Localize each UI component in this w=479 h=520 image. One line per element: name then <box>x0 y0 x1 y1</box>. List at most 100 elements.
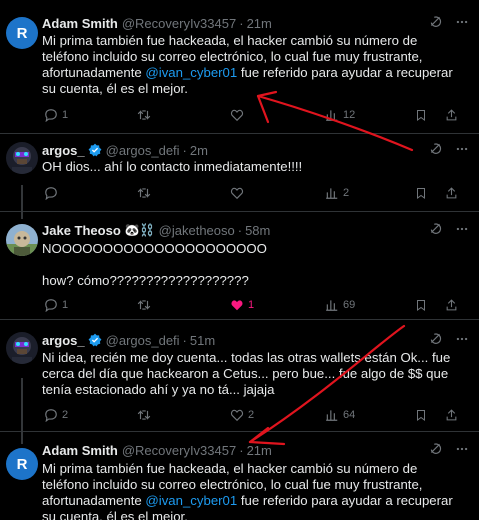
like-button[interactable] <box>230 186 244 200</box>
grok-icon[interactable] <box>429 142 443 159</box>
user-handle[interactable]: @argos_defi <box>106 333 180 348</box>
thread-line <box>21 185 23 219</box>
like-icon <box>230 409 244 422</box>
views-button[interactable]: 69 <box>325 298 355 312</box>
reply-icon <box>45 299 57 312</box>
retweet-button[interactable] <box>136 408 152 422</box>
tweet-text: Mi prima también fue hackeada, el hacker… <box>42 461 465 520</box>
user-handle[interactable]: @RecoveryIv33457 <box>122 443 236 458</box>
share-icon <box>446 109 457 121</box>
share-button[interactable] <box>445 108 458 122</box>
retweet-button[interactable] <box>136 186 152 200</box>
like-button[interactable]: 2 <box>230 408 254 422</box>
tweet-text: Ni idea, recién me doy cuenta... todas l… <box>42 350 451 397</box>
avatar[interactable]: R <box>6 448 38 480</box>
reply-button[interactable] <box>44 186 58 200</box>
views-icon <box>326 188 338 199</box>
share-icon <box>446 299 457 311</box>
view-count: 64 <box>343 409 356 421</box>
avatar[interactable] <box>6 332 38 364</box>
tweet-text: OH dios... ahí lo contacto inmediatament… <box>42 159 303 174</box>
tweet-text-line-1: NOOOOOOOOOOOOOOOOOOOOO <box>42 241 267 256</box>
reply-count: 1 <box>62 299 69 311</box>
tweet-adam-smith-2[interactable]: R Adam Smith @RecoveryIv33457 · 21m Mi p… <box>0 432 479 520</box>
tweet-text-line-2: how? cómo??????????????????? <box>42 273 249 288</box>
tweet-header: argos_ @argos_defi · 2m <box>42 141 469 159</box>
views-icon <box>326 110 338 121</box>
retweet-button[interactable] <box>136 298 152 312</box>
bookmark-button[interactable] <box>415 108 427 122</box>
user-handle[interactable]: @argos_defi <box>106 143 180 158</box>
share-button[interactable] <box>445 298 458 312</box>
more-icon[interactable] <box>455 332 469 349</box>
timestamp[interactable]: 51m <box>190 333 215 348</box>
like-icon <box>230 109 244 122</box>
grok-icon[interactable] <box>429 15 443 32</box>
like-button-active[interactable]: 1 <box>230 298 254 312</box>
retweet-icon <box>137 110 151 120</box>
reply-button[interactable]: 2 <box>44 408 68 422</box>
like-button[interactable] <box>230 108 244 122</box>
timestamp[interactable]: 21m <box>247 16 272 31</box>
reply-icon <box>45 109 57 122</box>
display-name[interactable]: argos_ <box>42 333 85 348</box>
retweet-button[interactable] <box>136 108 152 122</box>
bookmark-button[interactable] <box>415 298 427 312</box>
retweet-icon <box>137 188 151 198</box>
avatar[interactable] <box>6 142 38 174</box>
tweet-jake-theoso[interactable]: Jake Theoso 🐼⛓️ @jaketheoso · 58m NOOOOO… <box>0 212 479 320</box>
more-icon[interactable] <box>455 222 469 239</box>
reply-count: 1 <box>62 109 69 121</box>
views-icon <box>326 410 338 421</box>
separator-dot: · <box>239 15 244 31</box>
display-name[interactable]: argos_ <box>42 143 85 158</box>
retweet-icon <box>137 410 151 420</box>
reply-button[interactable]: 1 <box>44 108 68 122</box>
tweet-text: Mi prima también fue hackeada, el hacker… <box>42 33 465 97</box>
view-count: 12 <box>343 109 356 121</box>
view-count: 2 <box>343 187 350 199</box>
bookmark-icon <box>417 300 425 311</box>
timestamp[interactable]: 58m <box>245 223 270 238</box>
like-count: 1 <box>248 299 255 311</box>
display-name[interactable]: Jake Theoso <box>42 223 121 238</box>
avatar[interactable] <box>6 224 38 256</box>
display-name[interactable]: Adam Smith <box>42 443 118 458</box>
grok-icon[interactable] <box>429 222 443 239</box>
reply-feed: R Adam Smith @RecoveryIv33457 · 21m Mi p… <box>0 0 479 520</box>
more-icon[interactable] <box>455 442 469 459</box>
bookmark-button[interactable] <box>415 408 427 422</box>
reply-button[interactable]: 1 <box>44 298 68 312</box>
bookmark-button[interactable] <box>415 186 427 200</box>
grok-icon[interactable] <box>429 332 443 349</box>
separator-dot: · <box>237 222 243 238</box>
tweet-argos-2[interactable]: argos_ @argos_defi · 51m Ni idea, recién… <box>0 320 479 432</box>
separator-dot: · <box>182 332 187 348</box>
tweet-adam-smith-1[interactable]: R Adam Smith @RecoveryIv33457 · 21m Mi p… <box>0 0 479 134</box>
tweet-header: argos_ @argos_defi · 51m <box>42 331 469 349</box>
more-icon[interactable] <box>455 142 469 159</box>
views-button[interactable]: 64 <box>325 408 355 422</box>
share-button[interactable] <box>445 408 458 422</box>
views-button[interactable]: 2 <box>325 186 349 200</box>
verified-icon <box>88 333 102 347</box>
separator-dot: · <box>239 442 244 458</box>
tweet-actions: 2 2 64 <box>42 408 465 424</box>
like-icon <box>230 187 244 200</box>
display-name[interactable]: Adam Smith <box>42 16 118 31</box>
user-handle[interactable]: @jaketheoso <box>159 223 235 238</box>
avatar[interactable]: R <box>6 17 38 49</box>
tweet-argos-1[interactable]: argos_ @argos_defi · 2m OH dios... ahí l… <box>0 134 479 212</box>
bookmark-icon <box>417 110 425 121</box>
share-icon <box>446 187 457 199</box>
share-button[interactable] <box>445 186 458 200</box>
user-handle[interactable]: @RecoveryIv33457 <box>122 16 236 31</box>
views-button[interactable]: 12 <box>325 108 355 122</box>
more-icon[interactable] <box>455 15 469 32</box>
grok-icon[interactable] <box>429 442 443 459</box>
mention-link[interactable]: @ivan_cyber01 <box>145 65 237 80</box>
timestamp[interactable]: 2m <box>190 143 208 158</box>
mention-link[interactable]: @ivan_cyber01 <box>145 493 237 508</box>
timestamp[interactable]: 21m <box>247 443 272 458</box>
bookmark-icon <box>417 410 425 421</box>
